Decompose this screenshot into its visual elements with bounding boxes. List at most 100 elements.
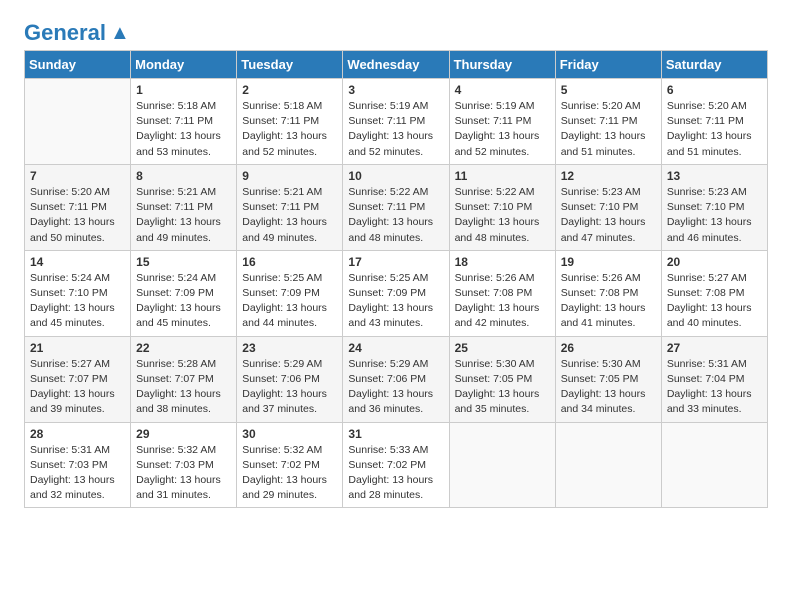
calendar-cell: 3Sunrise: 5:19 AMSunset: 7:11 PMDaylight… <box>343 79 449 165</box>
daylight-text: Daylight: 13 hours and 51 minutes. <box>667 130 752 157</box>
daylight-text: Daylight: 13 hours and 31 minutes. <box>136 474 221 501</box>
sunset-text: Sunset: 7:11 PM <box>242 201 319 213</box>
day-number: 13 <box>667 169 762 183</box>
day-number: 2 <box>242 83 337 97</box>
daylight-text: Daylight: 13 hours and 29 minutes. <box>242 474 327 501</box>
daylight-text: Daylight: 13 hours and 34 minutes. <box>561 388 646 415</box>
day-info: Sunrise: 5:31 AMSunset: 7:03 PMDaylight:… <box>30 443 125 504</box>
calendar-cell: 12 Sunrise: 5:23 AMSunset: 7:10 PMDayligh… <box>555 164 661 250</box>
calendar-cell: 20Sunrise: 5:27 AMSunset: 7:08 PMDayligh… <box>661 250 767 336</box>
sunrise-text: Sunrise: 5:22 AM <box>455 186 535 198</box>
day-number: 30 <box>242 427 337 441</box>
day-number: 8 <box>136 169 231 183</box>
day-info: Sunrise: 5:31 AMSunset: 7:04 PMDaylight:… <box>667 357 762 418</box>
calendar-cell: 17 Sunrise: 5:25 AMSunset: 7:09 PMDayligh… <box>343 250 449 336</box>
day-info: Sunrise: 5:26 AMSunset: 7:08 PMDaylight:… <box>561 271 656 332</box>
calendar-cell: 13Sunrise: 5:23 AMSunset: 7:10 PMDayligh… <box>661 164 767 250</box>
day-number: 12 <box>561 169 656 183</box>
day-number: 27 <box>667 341 762 355</box>
calendar-cell <box>555 422 661 508</box>
day-number: 21 <box>30 341 125 355</box>
day-info: Sunrise: 5:27 AM Sunset: 7:07 PM Daylight:… <box>30 357 125 418</box>
sunset-text: Sunset: 7:09 PM <box>348 287 426 299</box>
sunset-text: Sunset: 7:11 PM <box>30 201 107 213</box>
sunset-text: Sunset: 7:10 PM <box>561 201 639 213</box>
sunrise-text: Sunrise: 5:24 AM <box>30 272 110 284</box>
day-info: Sunrise: 5:24 AMSunset: 7:09 PMDaylight:… <box>136 271 231 332</box>
daylight-text: Daylight: 13 hours and 33 minutes. <box>667 388 752 415</box>
sunrise-text: Sunrise: 5:20 AM <box>667 100 747 112</box>
day-number: 11 <box>455 169 550 183</box>
day-number: 26 <box>561 341 656 355</box>
daylight-text: Daylight: 13 hours and 50 minutes. <box>30 216 115 243</box>
daylight-text: Daylight: 13 hours and 42 minutes. <box>455 302 540 329</box>
day-info: Sunrise: 5:20 AMSunset: 7:11 PMDaylight:… <box>561 99 656 160</box>
day-info: Sunrise: 5:24 AMSunset: 7:10 PMDaylight:… <box>30 271 125 332</box>
daylight-text: Daylight: 13 hours and 52 minutes. <box>455 130 540 157</box>
sunrise-text: Sunrise: 5:30 AM <box>561 358 641 370</box>
calendar-cell: 6Sunrise: 5:20 AMSunset: 7:11 PMDaylight… <box>661 79 767 165</box>
day-number: 3 <box>348 83 443 97</box>
calendar-cell: 9Sunrise: 5:21 AMSunset: 7:11 PMDaylight… <box>237 164 343 250</box>
day-info: Sunrise: 5:19 AMSunset: 7:11 PMDaylight:… <box>455 99 550 160</box>
day-number: 28 <box>30 427 125 441</box>
daylight-text: Daylight: 13 hours and 38 minutes. <box>136 388 221 415</box>
day-number: 14 <box>30 255 125 269</box>
daylight-text: Daylight: 13 hours and 45 minutes. <box>136 302 221 329</box>
sunset-text: Sunset: 7:11 PM <box>348 115 425 127</box>
day-number: 31 <box>348 427 443 441</box>
day-number: 5 <box>561 83 656 97</box>
daylight-text: Daylight: 13 hours and 44 minutes. <box>242 302 327 329</box>
sunset-text: Sunset: 7:09 PM <box>242 287 320 299</box>
week-row: 21 Sunrise: 5:27 AM Sunset: 7:07 PM Dayligh… <box>25 336 768 422</box>
day-info: Sunrise: 5:23 AMSunset: 7:10 PMDaylight:… <box>561 185 656 246</box>
logo: General ▲ <box>24 20 130 42</box>
day-number: 17 <box>348 255 443 269</box>
sunrise-text: Sunrise: 5:24 AM <box>136 272 216 284</box>
day-number: 7 <box>30 169 125 183</box>
sunrise-text: Sunrise: 5:20 AM <box>30 186 110 198</box>
calendar-cell: 5 Sunrise: 5:20 AMSunset: 7:11 PMDaylight… <box>555 79 661 165</box>
day-info: Sunrise: 5:25 AMSunset: 7:09 PMDaylight:… <box>242 271 337 332</box>
daylight-text: Daylight: 13 hours and 43 minutes. <box>348 302 433 329</box>
col-header-wednesday: Wednesday <box>343 51 449 79</box>
day-number: 25 <box>455 341 550 355</box>
calendar-cell: 16Sunrise: 5:25 AMSunset: 7:09 PMDayligh… <box>237 250 343 336</box>
daylight-text: Daylight: 13 hours and 49 minutes. <box>242 216 327 243</box>
sunrise-text: Sunrise: 5:19 AM <box>348 100 428 112</box>
day-info: Sunrise: 5:25 AMSunset: 7:09 PMDaylight:… <box>348 271 443 332</box>
sunrise-text: Sunrise: 5:18 AM <box>242 100 322 112</box>
sunrise-text: Sunrise: 5:27 AM <box>30 358 110 370</box>
sunset-text: Sunset: 7:11 PM <box>242 115 319 127</box>
daylight-text: Daylight: 13 hours and 48 minutes. <box>455 216 540 243</box>
sunset-text: Sunset: 7:07 PM <box>136 373 214 385</box>
day-info: Sunrise: 5:32 AMSunset: 7:03 PMDaylight:… <box>136 443 231 504</box>
sunset-text: Sunset: 7:11 PM <box>136 115 213 127</box>
day-info: Sunrise: 5:22 AMSunset: 7:11 PMDaylight:… <box>348 185 443 246</box>
daylight-text: Daylight: 13 hours and 37 minutes. <box>242 388 327 415</box>
day-info: Sunrise: 5:21 AMSunset: 7:11 PMDaylight:… <box>136 185 231 246</box>
sunset-text: Sunset: 7:07 PM <box>30 373 108 385</box>
day-info: Sunrise: 5:19 AMSunset: 7:11 PMDaylight:… <box>348 99 443 160</box>
day-info: Sunrise: 5:21 AMSunset: 7:11 PMDaylight:… <box>242 185 337 246</box>
daylight-text: Daylight: 13 hours and 45 minutes. <box>30 302 115 329</box>
day-number: 15 <box>136 255 231 269</box>
daylight-text: Daylight: 13 hours and 49 minutes. <box>136 216 221 243</box>
day-info: Sunrise: 5:32 AMSunset: 7:02 PMDaylight:… <box>242 443 337 504</box>
sunrise-text: Sunrise: 5:21 AM <box>136 186 216 198</box>
daylight-text: Daylight: 13 hours and 52 minutes. <box>242 130 327 157</box>
day-info: Sunrise: 5:29 AMSunset: 7:06 PMDaylight:… <box>348 357 443 418</box>
calendar-cell: 26Sunrise: 5:30 AMSunset: 7:05 PMDayligh… <box>555 336 661 422</box>
sunset-text: Sunset: 7:08 PM <box>667 287 745 299</box>
day-info: Sunrise: 5:18 AM Sunset: 7:11 PM Daylight:… <box>242 99 337 160</box>
calendar-cell <box>449 422 555 508</box>
calendar-cell: 28 Sunrise: 5:31 AMSunset: 7:03 PMDayligh… <box>25 422 131 508</box>
sunset-text: Sunset: 7:11 PM <box>561 115 638 127</box>
sunset-text: Sunset: 7:02 PM <box>242 459 320 471</box>
week-row: 7 Sunrise: 5:20 AM Sunset: 7:11 PM Daylight… <box>25 164 768 250</box>
calendar-cell: 21 Sunrise: 5:27 AM Sunset: 7:07 PM Dayligh… <box>25 336 131 422</box>
daylight-text: Daylight: 13 hours and 39 minutes. <box>30 388 115 415</box>
col-header-sunday: Sunday <box>25 51 131 79</box>
calendar-cell: 8 Sunrise: 5:21 AMSunset: 7:11 PMDaylight… <box>131 164 237 250</box>
daylight-text: Daylight: 13 hours and 53 minutes. <box>136 130 221 157</box>
